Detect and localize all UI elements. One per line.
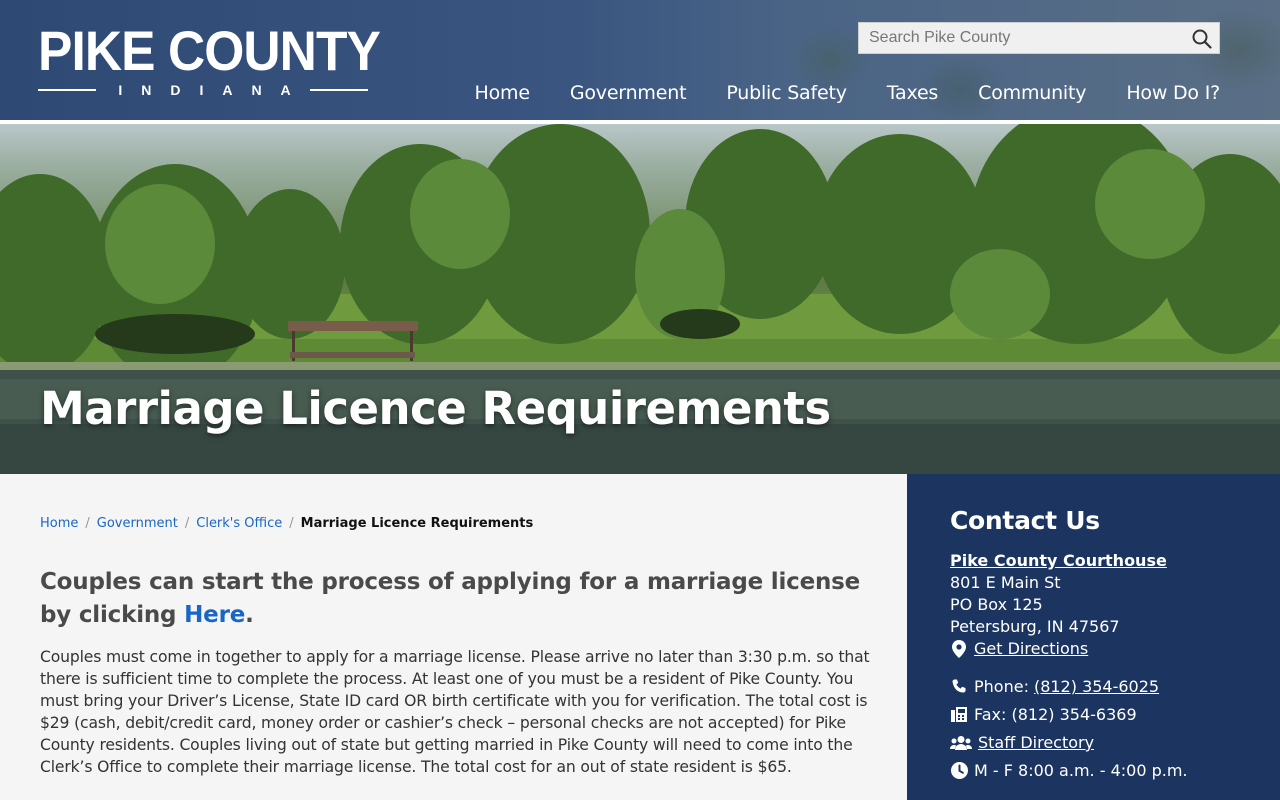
breadcrumb: Home / Government / Clerk's Office / Mar…	[40, 516, 533, 531]
main-nav: Home Government Public Safety Taxes Comm…	[435, 82, 1221, 104]
body-paragraph: Couples must come in together to apply f…	[40, 648, 870, 776]
breadcrumb-clerks-office[interactable]: Clerk's Office	[196, 516, 282, 531]
contact-title: Contact Us	[950, 506, 1100, 535]
search-icon	[1192, 29, 1212, 49]
address-line-2: PO Box 125	[950, 595, 1043, 614]
fax-number: Fax: (812) 354-6369	[974, 705, 1137, 724]
users-icon	[950, 734, 972, 752]
get-directions-link[interactable]: Get Directions	[974, 639, 1088, 658]
breadcrumb-current: Marriage Licence Requirements	[300, 516, 534, 531]
search-input[interactable]	[859, 23, 1179, 53]
lead-end: .	[245, 602, 254, 628]
phone-label: Phone:	[974, 677, 1029, 696]
site-logo[interactable]: PIKE COUNTY INDIANA	[38, 19, 381, 102]
nav-home[interactable]: Home	[475, 82, 531, 104]
nav-taxes[interactable]: Taxes	[887, 82, 939, 104]
courthouse-link[interactable]: Pike County Courthouse	[950, 551, 1167, 570]
phone-link[interactable]: (812) 354-6025	[1034, 677, 1159, 696]
fax-icon	[950, 706, 968, 724]
breadcrumb-home[interactable]: Home	[40, 516, 78, 531]
hero-banner: Marriage Licence Requirements	[0, 124, 1280, 474]
phone-row: Phone: (812) 354-6025	[950, 677, 1159, 696]
logo-title: PIKE COUNTY	[38, 19, 381, 82]
breadcrumb-separator: /	[85, 516, 90, 531]
hours-row: M - F 8:00 a.m. - 4:00 p.m.	[950, 761, 1188, 780]
staff-directory-link[interactable]: Staff Directory	[978, 733, 1094, 752]
phone-icon	[950, 678, 968, 696]
lead-heading: Couples can start the process of applyin…	[40, 566, 880, 632]
apply-here-link[interactable]: Here	[184, 602, 245, 628]
lead-text: Couples can start the process of applyin…	[40, 569, 861, 628]
directions-row: Get Directions	[950, 639, 1088, 658]
search-button[interactable]	[1189, 26, 1215, 52]
clock-icon	[950, 762, 968, 780]
address-line-3: Petersburg, IN 47567	[950, 617, 1120, 636]
nav-how-do-i[interactable]: How Do I?	[1126, 82, 1220, 104]
logo-rule-right	[309, 89, 368, 91]
logo-subtitle-row: INDIANA	[38, 80, 368, 100]
nav-public-safety[interactable]: Public Safety	[726, 82, 847, 104]
breadcrumb-government[interactable]: Government	[97, 516, 178, 531]
nav-government[interactable]: Government	[570, 82, 687, 104]
staff-row: Staff Directory	[950, 733, 1094, 752]
logo-rule-left	[38, 89, 97, 91]
breadcrumb-separator: /	[289, 516, 294, 531]
logo-subtitle: INDIANA	[118, 82, 310, 98]
breadcrumb-separator: /	[184, 516, 190, 531]
contact-sidebar: Contact Us Pike County Courthouse 801 E …	[907, 474, 1280, 800]
office-hours: M - F 8:00 a.m. - 4:00 p.m.	[974, 761, 1188, 780]
nav-community[interactable]: Community	[978, 82, 1086, 104]
fax-row: Fax: (812) 354-6369	[950, 705, 1137, 724]
main-content: Home / Government / Clerk's Office / Mar…	[0, 474, 907, 800]
search-box	[858, 22, 1220, 54]
site-header: PIKE COUNTY INDIANA Home Government Publ…	[0, 0, 1280, 120]
address-line-1: 801 E Main St	[950, 573, 1061, 592]
map-pin-icon	[950, 639, 968, 658]
page-title: Marriage Licence Requirements	[40, 382, 831, 435]
